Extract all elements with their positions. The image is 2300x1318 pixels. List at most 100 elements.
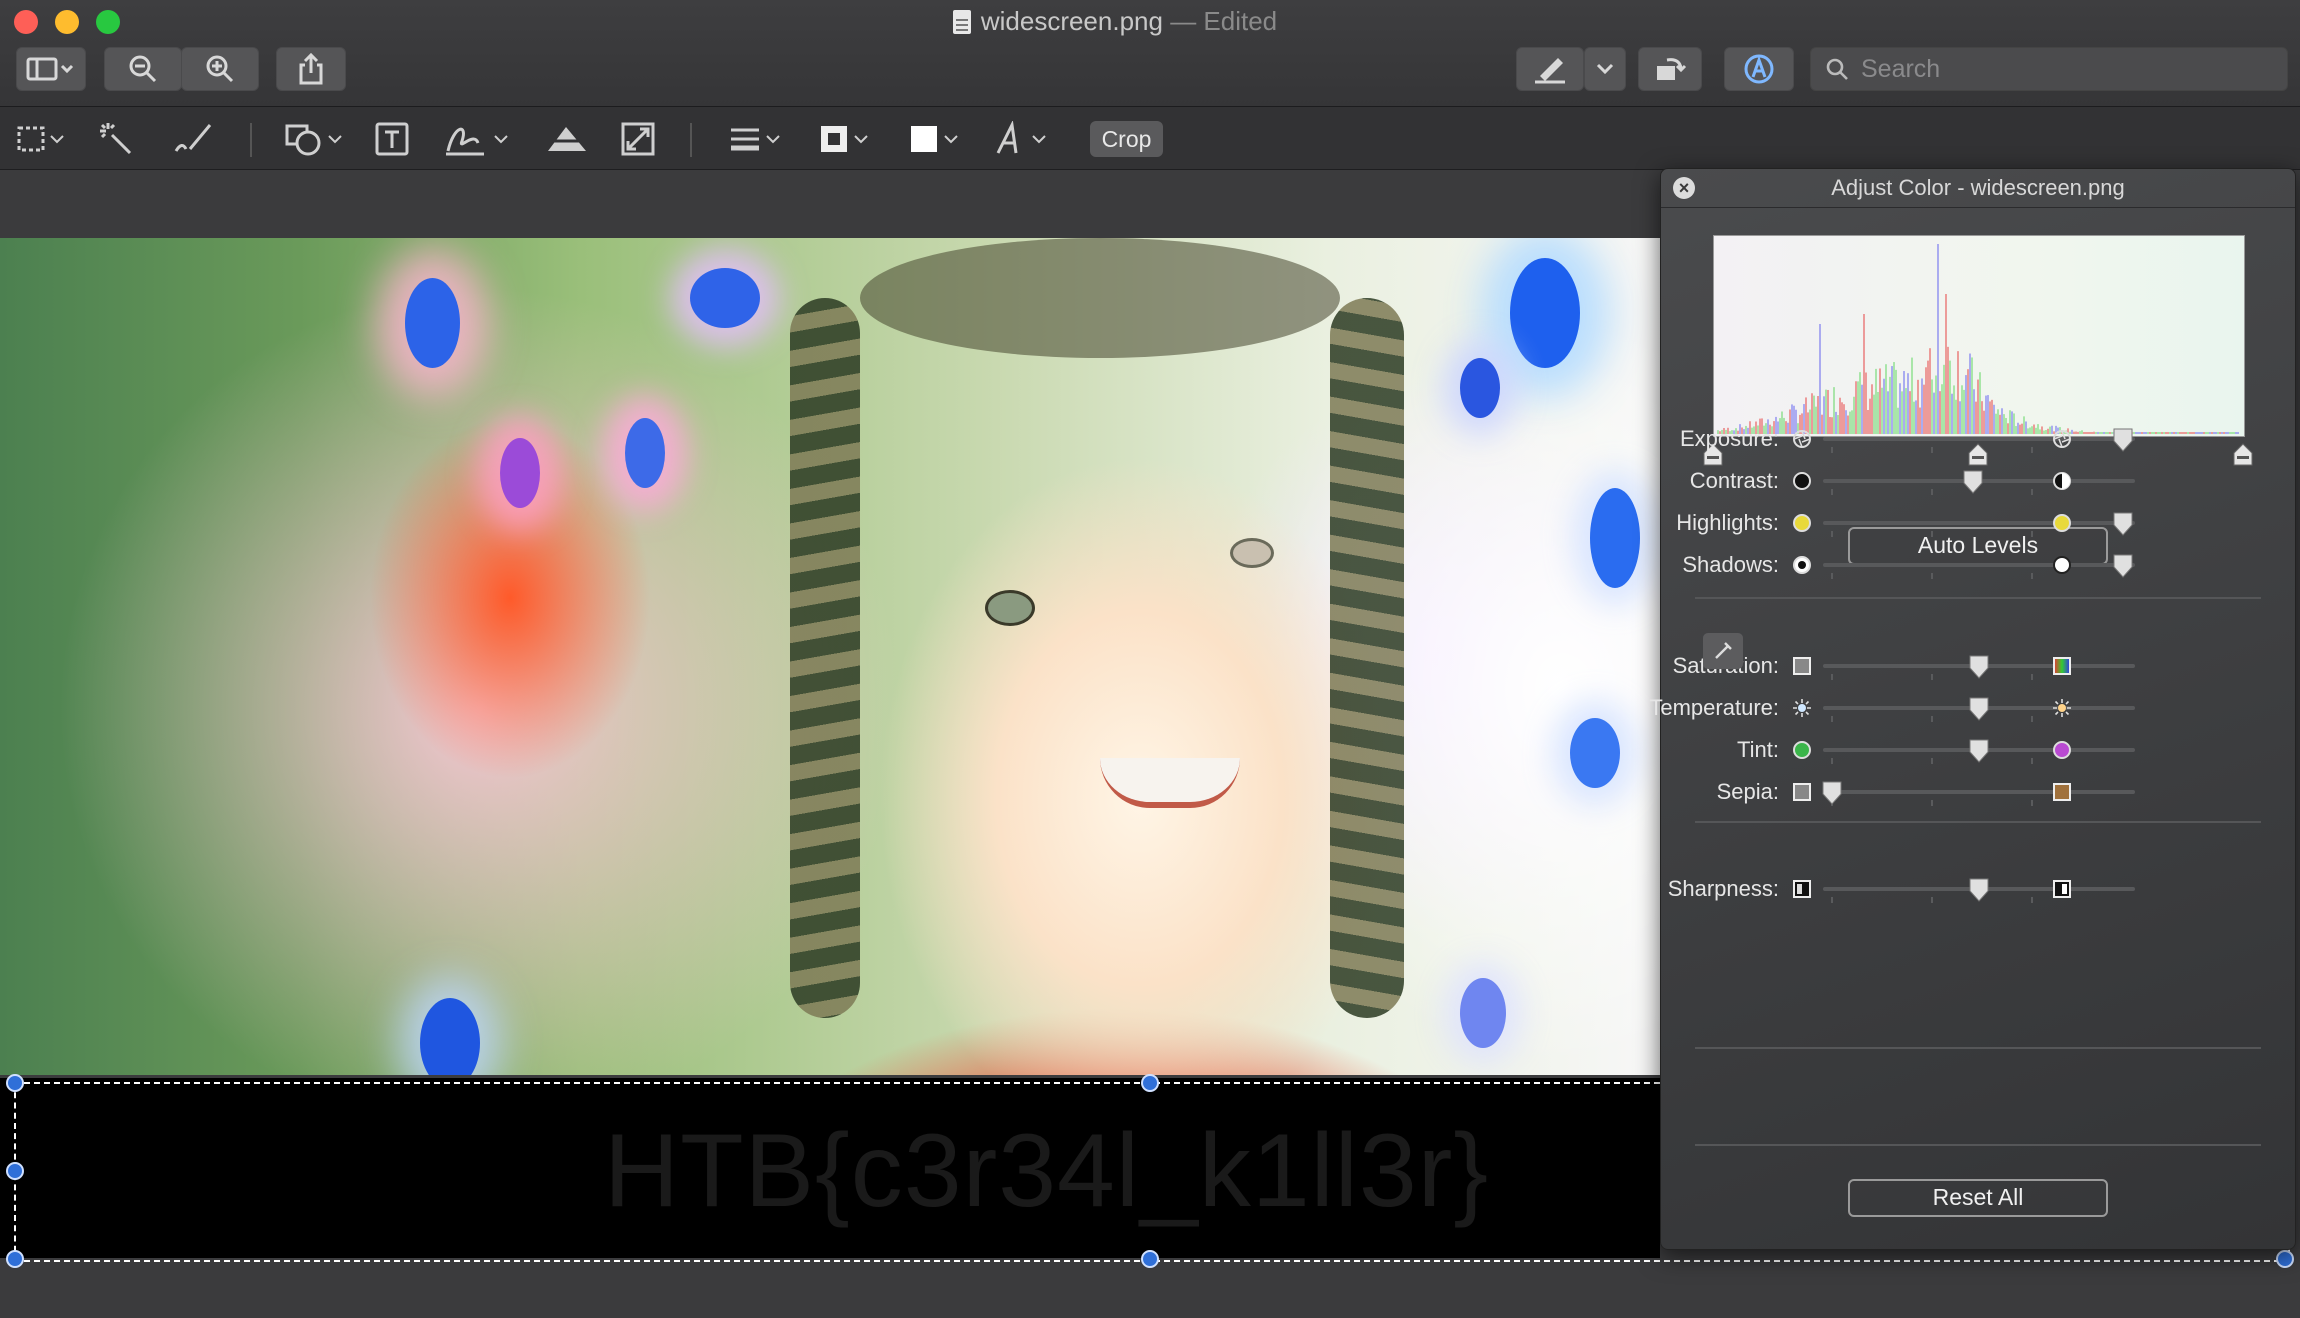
share-button[interactable] [276,47,346,91]
slider-tick [1931,758,1933,764]
soft-square-icon [1793,880,1811,898]
adjust-color-icon [546,127,588,151]
slider-tick [2031,897,2033,903]
selection-handle-bottom-right[interactable] [2276,1250,2294,1268]
selection-handle-bottom[interactable] [1141,1250,1159,1268]
chevron-down-icon [1596,63,1614,75]
reset-all-button[interactable]: Reset All [1848,1179,2108,1217]
slider-label: Temperature: [1649,695,1779,720]
shape-style-tool[interactable] [728,117,780,161]
slider-tick [1931,674,1933,680]
markup-dropdown-button[interactable] [1584,47,1626,91]
shapes-icon [285,124,321,156]
aperture-icon [2053,430,2071,448]
slider-label: Exposure: [1679,426,1779,451]
hair [860,238,1340,358]
border-color-tool[interactable] [818,117,868,161]
white-circle-icon [2053,556,2071,574]
slider-tick [2031,758,2033,764]
slider-knob[interactable] [1968,738,1990,764]
rotate-button[interactable] [1638,47,1702,91]
magic-wand-icon [100,123,132,155]
selection-tool[interactable] [16,117,64,161]
slider-label: Saturation: [1579,653,1779,679]
slider-tick [2031,531,2033,537]
zoom-in-button[interactable] [181,47,259,91]
markup-toolbar-toggle-button[interactable] [1724,47,1794,91]
slider-knob[interactable] [1968,877,1990,903]
slider-tick [2031,800,2033,806]
histogram [1713,235,2245,437]
edited-status: — Edited [1162,6,1278,36]
chevron-down-icon [766,135,780,144]
slider-knob[interactable] [2112,511,2134,537]
bokeh-light [625,418,665,488]
slider-tick [1831,531,1833,537]
slider-tick [1931,897,1933,903]
slider-label: Sharpness: [1667,876,1779,901]
sharp-square-icon [2053,880,2071,898]
histogram-level-handle[interactable] [2232,443,2254,467]
slider-tick [1831,897,1833,903]
selection-handle-bottom-left[interactable] [6,1250,24,1268]
slider-tick [1831,573,1833,579]
grey-square-icon [1793,657,1811,675]
resize-icon [621,122,655,156]
slider-tick [1831,447,1833,453]
selection-handle-top[interactable] [1141,1074,1159,1092]
font-style-icon [996,121,1018,154]
warm-sun-icon [2053,699,2071,717]
toolbar-separator [250,123,252,157]
panel-title: Adjust Color - widescreen.png [1661,169,2295,208]
adjust-color-tool[interactable] [544,117,590,161]
slider-tick [2031,447,2033,453]
fill-color-icon [911,126,937,152]
hair-braid [1330,298,1404,1018]
window-filename: widescreen.png [980,6,1163,36]
selection-handle-top-left[interactable] [6,1074,24,1092]
slider-track[interactable] [1823,790,2135,794]
instant-alpha-tool[interactable] [98,117,134,161]
slider-knob[interactable] [2112,553,2134,579]
fill-color-tool[interactable] [908,117,958,161]
markup-pen-button[interactable] [1516,47,1584,91]
slider-tick [1831,758,1833,764]
sidebar-toggle-button[interactable] [16,47,86,91]
slider-label: Sepia: [1716,779,1779,804]
search-input[interactable] [1859,48,2273,90]
slider-knob[interactable] [1968,654,1990,680]
chevron-down-icon [50,135,64,144]
eyedropper-button[interactable] [1703,633,1743,669]
selection-handle-left[interactable] [6,1162,24,1180]
slider-track[interactable] [1823,437,2135,441]
eye [985,590,1035,626]
search-field[interactable] [1810,47,2288,91]
sign-tool[interactable] [444,117,508,161]
slider-tick [1831,674,1833,680]
rainbow-square-icon [2053,657,2071,675]
slider-knob[interactable] [1962,469,1984,495]
yellow-circle-icon [2053,514,2071,532]
zoom-out-button[interactable] [104,47,182,91]
eye [1230,538,1274,568]
slider-knob[interactable] [1821,780,1843,806]
slider-track[interactable] [1823,521,2135,525]
markup-circle-icon [1744,54,1774,84]
adjust-size-tool[interactable] [620,117,656,161]
crop-button[interactable]: Crop [1090,121,1163,157]
sketch-tool[interactable] [172,117,214,161]
image-photo [0,238,1660,1075]
line-style-icon [731,128,759,151]
text-tool[interactable] [374,117,410,161]
slider-tick [1931,573,1933,579]
histogram-level-handle[interactable] [1967,443,1989,467]
shapes-tool[interactable] [284,117,342,161]
slider-track[interactable] [1823,563,2135,567]
slider-knob[interactable] [2112,427,2134,453]
mouth [1100,758,1240,808]
panel-close-icon[interactable]: × [1673,177,1695,199]
text-style-tool[interactable] [994,117,1046,161]
zoom-out-icon [129,55,157,83]
slider-tick [2031,573,2033,579]
slider-knob[interactable] [1968,696,1990,722]
